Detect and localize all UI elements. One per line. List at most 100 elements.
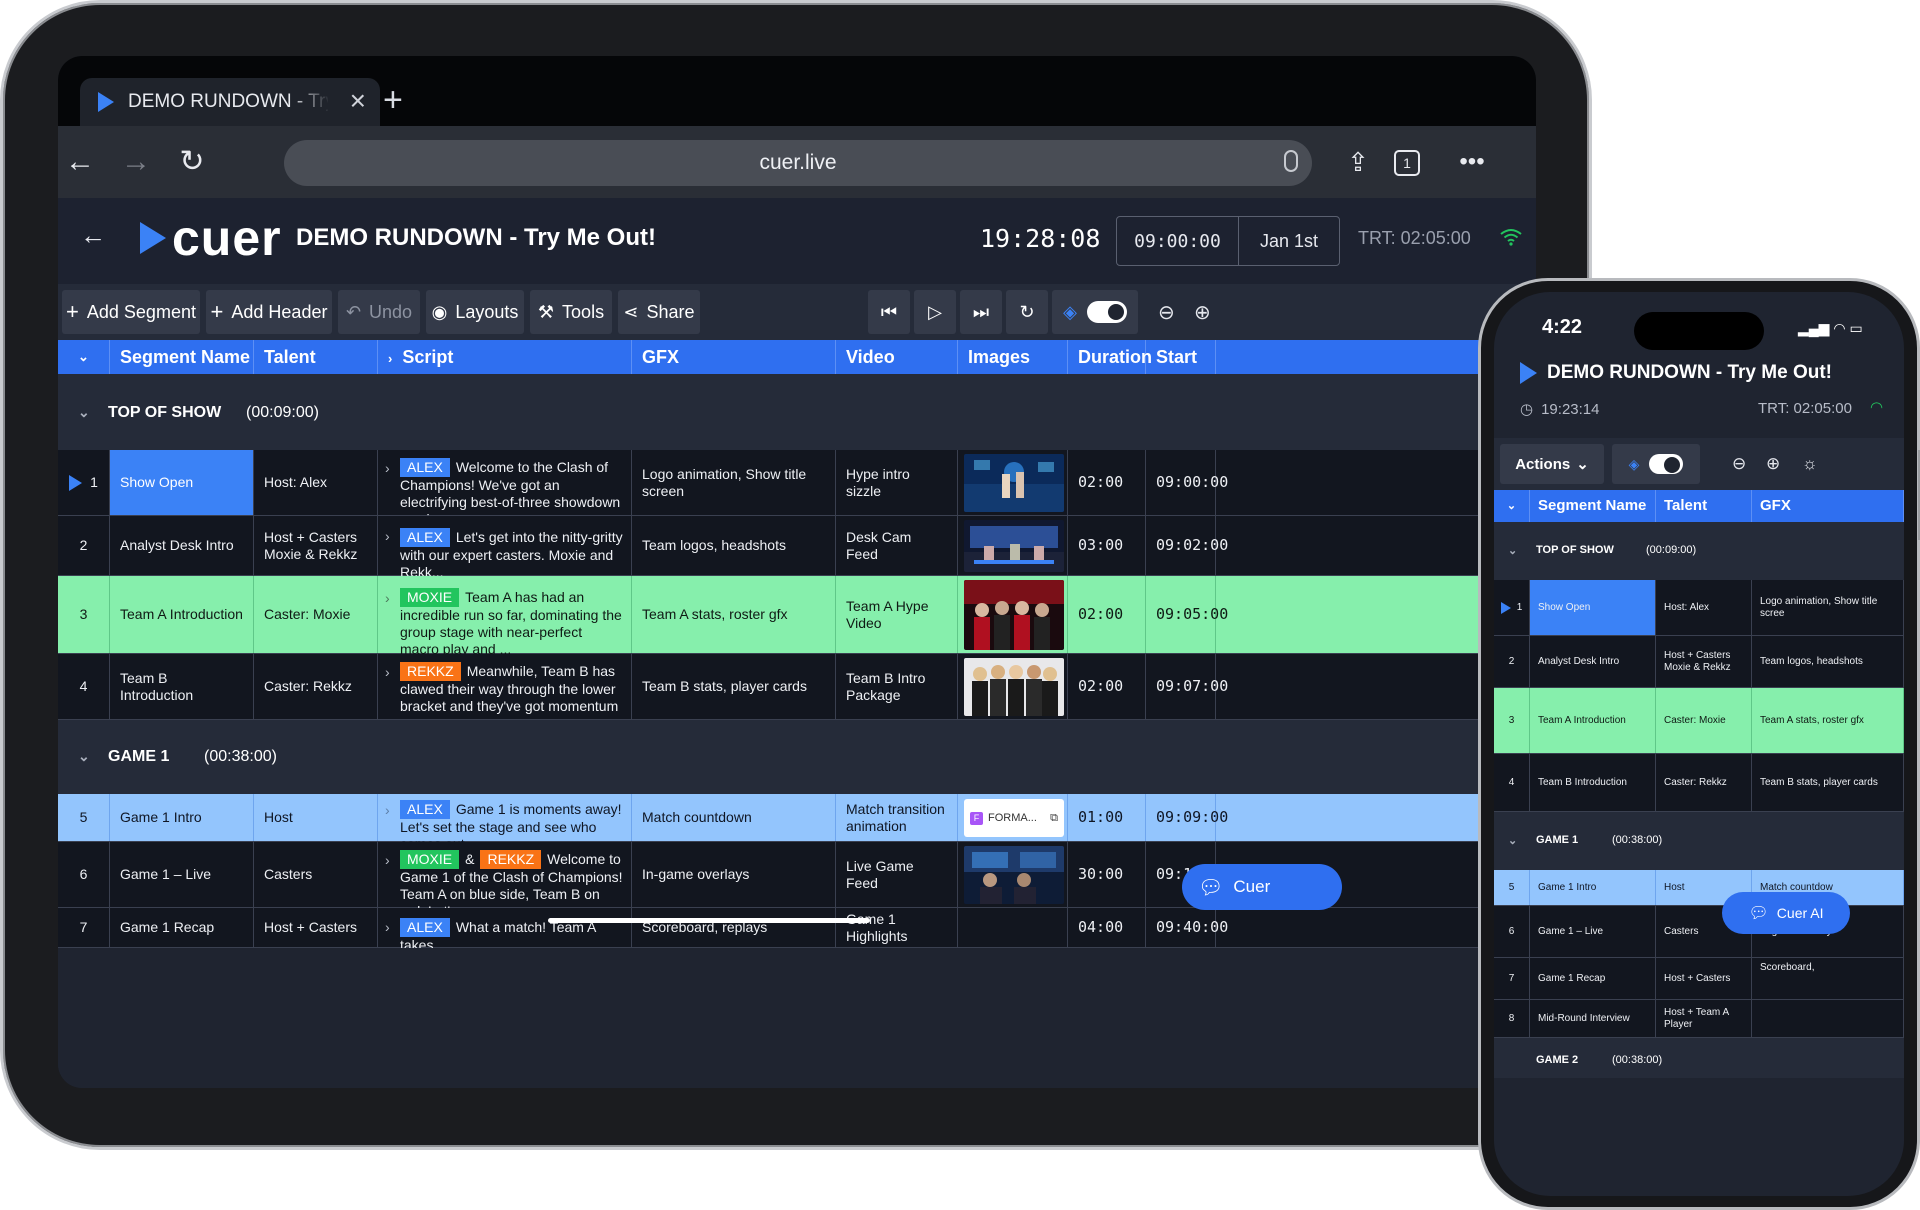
col-gfx[interactable]: GFX — [632, 340, 836, 374]
expand-script-icon[interactable]: › — [385, 590, 390, 607]
gfx-cell[interactable]: In-game overlays — [632, 842, 836, 907]
talent-cell[interactable]: Host — [254, 794, 378, 841]
images-cell[interactable] — [958, 450, 1068, 515]
segment-name-cell[interactable]: Game 1 Recap — [110, 908, 254, 947]
new-tab-icon[interactable]: + — [383, 80, 403, 120]
gfx-cell[interactable]: Team logos, headshots — [1752, 636, 1904, 687]
segment-name-cell[interactable]: Team B Introduction — [110, 654, 254, 719]
gfx-cell[interactable]: Team B stats, player cards — [632, 654, 836, 719]
video-cell[interactable]: Live Game Feed — [836, 842, 958, 907]
duration-cell[interactable]: 04:00 — [1068, 908, 1146, 947]
gfx-cell[interactable]: Team B stats, player cards — [1752, 754, 1904, 811]
duration-cell[interactable]: 01:00 — [1068, 794, 1146, 841]
script-cell[interactable]: › ALEX Let's get into the nitty-gritty wi… — [378, 516, 632, 580]
video-cell[interactable]: Game 1 Highlights — [836, 908, 958, 947]
external-link-icon[interactable]: ⧉ — [1050, 810, 1058, 827]
segment-name-cell[interactable]: Show Open — [1530, 580, 1656, 635]
segment-name-cell[interactable]: Game 1 – Live — [1530, 906, 1656, 957]
address-bar[interactable]: cuer.live — [284, 140, 1312, 186]
reset-button[interactable]: ↻ — [1006, 290, 1048, 334]
skip-back-button[interactable]: ⏮ — [868, 290, 910, 334]
browser-tab[interactable]: DEMO RUNDOWN - Try Me Out! × — [80, 78, 380, 126]
table-row[interactable]: 7 Game 1 Recap Host + Casters › ALEX What… — [58, 908, 1536, 953]
table-row[interactable]: 2 Analyst Desk Intro Host + Casters Moxi… — [1494, 636, 1904, 688]
script-cell[interactable]: › ALEX What a match! Team A takes ... — [378, 908, 632, 953]
gfx-cell[interactable]: Scoreboard, — [1752, 958, 1904, 999]
gfx-cell[interactable]: Scoreboard, replays — [632, 908, 836, 947]
undo-button[interactable]: ↶ Undo — [338, 290, 420, 334]
chevron-down-icon[interactable]: ⌄ — [1508, 544, 1517, 557]
table-row[interactable]: 8 Mid-Round Interview Host + Team A Play… — [1494, 1000, 1904, 1038]
duration-cell[interactable]: 30:00 — [1068, 842, 1146, 907]
table-row[interactable]: 2 Analyst Desk Intro Host + Casters Moxi… — [58, 516, 1536, 580]
share-button[interactable]: ⋖ Share — [618, 290, 700, 334]
tabs-count-icon[interactable]: 1 — [1394, 150, 1420, 176]
chevron-down-icon[interactable]: ⌄ — [78, 404, 90, 421]
start-time[interactable]: 09:00:00 — [1117, 217, 1239, 265]
play-button[interactable]: ▷ — [914, 290, 956, 334]
images-cell[interactable]: F FORMA... ⧉ — [958, 794, 1068, 841]
talent-cell[interactable]: Host + Casters — [254, 908, 378, 947]
duration-cell[interactable]: 03:00 — [1068, 516, 1146, 575]
segment-name-cell[interactable]: Game 1 Intro — [110, 794, 254, 841]
image-thumbnail[interactable] — [964, 846, 1064, 904]
talent-cell[interactable]: Caster: Rekkz — [1656, 754, 1752, 811]
expand-script-icon[interactable]: › — [385, 664, 390, 681]
back-icon[interactable]: ← — [58, 140, 102, 184]
segment-name-cell[interactable]: Game 1 – Live — [110, 842, 254, 907]
col-start[interactable]: Start — [1146, 340, 1216, 374]
group-header-game-1[interactable]: ⌄ GAME 1 (00:38:00) — [58, 720, 1536, 794]
skip-forward-button[interactable]: ⏭ — [960, 290, 1002, 334]
col-segment-name[interactable]: Segment Name — [1530, 490, 1656, 522]
follow-toggle-group[interactable]: ◈ — [1612, 444, 1700, 484]
talent-cell[interactable]: Host + Casters Moxie & Rekkz — [1656, 636, 1752, 687]
start-date[interactable]: Jan 1st — [1239, 217, 1339, 265]
images-cell[interactable] — [958, 516, 1068, 575]
group-header-game-1[interactable]: ⌄ GAME 1 (00:38:00) — [1494, 812, 1904, 870]
images-cell[interactable] — [958, 842, 1068, 907]
collapse-all-icon[interactable]: ⌄ — [1494, 490, 1530, 522]
script-cell[interactable]: › MOXIE & REKKZ Welcome to Game 1 of the Cl… — [378, 842, 632, 919]
actions-button[interactable]: Actions ⌄ — [1500, 444, 1604, 484]
talent-cell[interactable]: Caster: Moxie — [254, 576, 378, 653]
table-row[interactable]: 4 Team B Introduction Caster: Rekkz Team… — [1494, 754, 1904, 812]
talent-cell[interactable]: Host + Team A Player — [1656, 1000, 1752, 1037]
image-thumbnail[interactable] — [964, 580, 1064, 650]
table-row[interactable]: 5 Game 1 Intro Host › ALEX Game 1 is mome… — [58, 794, 1536, 852]
tools-button[interactable]: ⚒ Tools — [530, 290, 612, 334]
add-segment-button[interactable]: + Add Segment — [62, 290, 200, 334]
expand-script-icon[interactable]: › — [385, 802, 390, 819]
close-tab-icon[interactable]: × — [350, 87, 366, 115]
cuer-ai-button[interactable]: 💬︎ Cuer AI — [1722, 892, 1850, 934]
gfx-cell[interactable]: Logo animation, Show title screen — [632, 450, 836, 515]
col-duration[interactable]: Duration — [1068, 340, 1152, 374]
file-attachment[interactable]: F FORMA... ⧉ — [964, 799, 1064, 837]
brightness-icon[interactable]: ☼ — [1802, 454, 1818, 474]
script-cell[interactable]: › ALEX Welcome to the Clash of Champions!… — [378, 450, 632, 527]
col-segment-name[interactable]: Segment Name — [110, 340, 254, 374]
table-row[interactable]: 3 Team A Introduction Caster: Moxie Team… — [1494, 688, 1904, 754]
video-cell[interactable]: Team B Intro Package — [836, 654, 958, 719]
images-cell[interactable] — [958, 576, 1068, 653]
talent-cell[interactable]: Host: Alex — [254, 450, 378, 515]
segment-name-cell[interactable]: Team A Introduction — [1530, 688, 1656, 753]
table-row[interactable]: 1 Show Open Host: Alex › ALEX Welcome to … — [58, 450, 1536, 527]
table-row[interactable]: 4 Team B Introduction Caster: Rekkz › RE… — [58, 654, 1536, 731]
image-thumbnail[interactable] — [964, 658, 1064, 716]
expand-script-icon[interactable]: › — [385, 460, 390, 477]
segment-name-cell[interactable]: Mid-Round Interview — [1530, 1000, 1656, 1037]
talent-cell[interactable]: Casters — [254, 842, 378, 907]
segment-name-cell[interactable]: Analyst Desk Intro — [1530, 636, 1656, 687]
segment-name-cell[interactable]: Analyst Desk Intro — [110, 516, 254, 575]
zoom-in-icon[interactable]: ⊕ — [1766, 454, 1780, 474]
reload-icon[interactable]: ↻ — [170, 140, 214, 184]
duration-cell[interactable]: 02:00 — [1068, 450, 1146, 515]
video-cell[interactable]: Hype intro sizzle — [836, 450, 958, 515]
col-talent[interactable]: Talent — [1656, 490, 1752, 522]
more-icon[interactable]: ••• — [1450, 140, 1494, 184]
forward-icon[interactable]: → — [114, 140, 158, 184]
collapse-all-icon[interactable]: ⌄ — [58, 340, 110, 374]
chevron-down-icon[interactable]: ⌄ — [1508, 834, 1517, 847]
autoscroll-toggle[interactable] — [1649, 454, 1684, 474]
layouts-button[interactable]: ◉ Layouts — [426, 290, 524, 334]
